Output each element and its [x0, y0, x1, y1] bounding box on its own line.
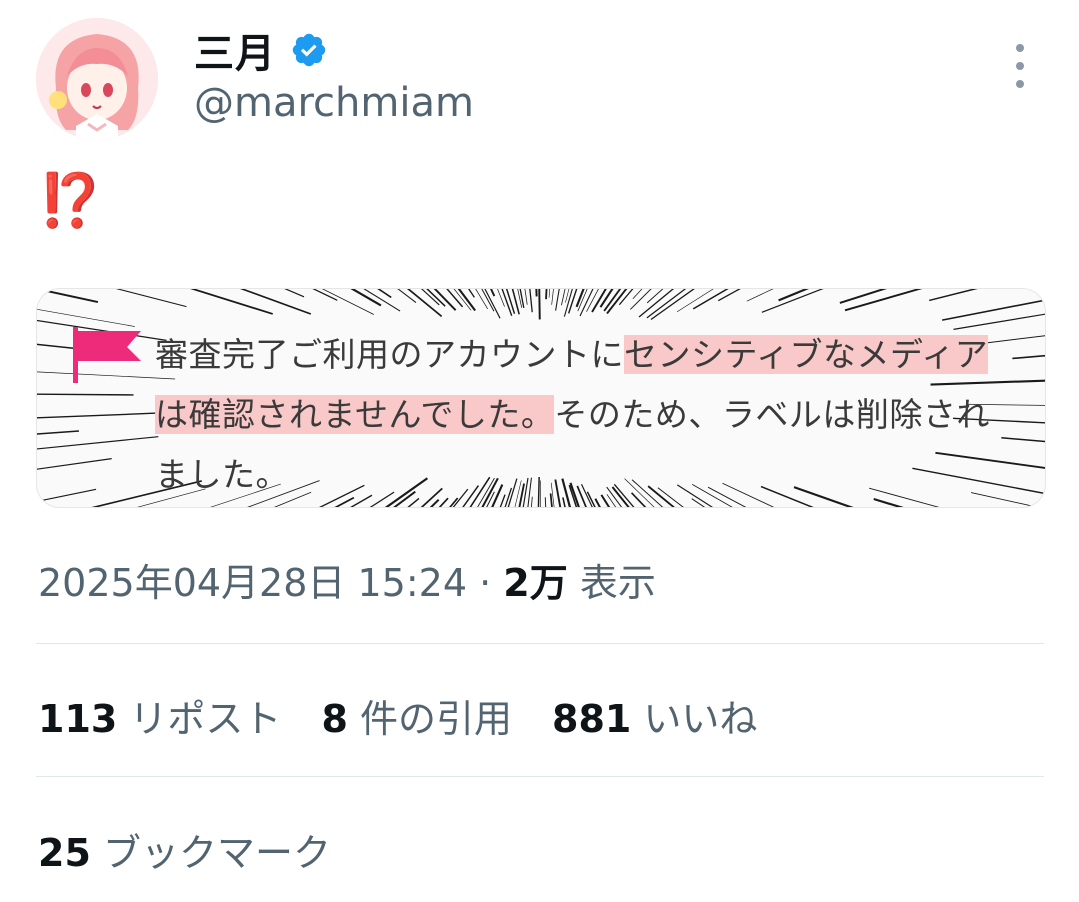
- speed-line: [37, 289, 99, 304]
- speed-line: [37, 488, 97, 503]
- timestamp[interactable]: 2025年04月28日 15:24: [38, 561, 467, 605]
- quotes-count: 8: [321, 697, 348, 741]
- likes-stat[interactable]: 881 いいね: [552, 688, 757, 743]
- speed-line: [561, 289, 566, 306]
- bookmarks-stat[interactable]: 25 ブックマーク: [38, 822, 331, 877]
- speed-line: [115, 289, 187, 308]
- more-dot-icon: [1016, 44, 1024, 52]
- tweet-text: ⁉️: [38, 171, 103, 231]
- speed-line: [1012, 354, 1045, 360]
- speed-line: [377, 289, 392, 299]
- speed-line: [490, 289, 496, 297]
- more-dot-icon: [1016, 80, 1024, 88]
- speed-line: [603, 289, 622, 312]
- speed-line: [555, 289, 560, 311]
- speed-line: [37, 430, 80, 435]
- speed-line: [650, 289, 695, 321]
- speed-line: [632, 289, 643, 300]
- speed-line: [565, 289, 570, 303]
- speed-line: [535, 289, 538, 297]
- speed-line: [363, 289, 401, 312]
- quotes-label: 件の引用: [359, 697, 512, 741]
- speed-line: [511, 289, 520, 315]
- speed-line: [190, 289, 273, 315]
- tweet-meta: 2025年04月28日 15:24 · 2万 表示: [38, 552, 656, 607]
- speed-line: [692, 289, 729, 310]
- speed-line: [538, 289, 541, 320]
- speed-line: [529, 289, 533, 313]
- speed-line: [524, 289, 528, 305]
- speed-line: [37, 436, 159, 450]
- quotes-stat[interactable]: 8 件の引用: [321, 688, 512, 743]
- user-handle[interactable]: @marchmiam: [194, 80, 474, 126]
- speed-line: [312, 289, 338, 301]
- bookmarks-label: ブックマーク: [102, 831, 331, 875]
- speed-line: [37, 412, 161, 419]
- speed-line: [567, 289, 578, 314]
- speed-line: [37, 458, 112, 470]
- speed-line: [475, 289, 488, 310]
- more-options-button[interactable]: [1000, 44, 1040, 88]
- speed-line: [446, 289, 464, 308]
- speed-line: [37, 393, 134, 396]
- speed-line: [397, 289, 417, 303]
- speed-line: [350, 289, 382, 307]
- display-name[interactable]: 三月: [194, 21, 276, 79]
- speed-line: [778, 289, 809, 302]
- speed-line: [551, 289, 554, 305]
- speed-line: [676, 289, 714, 313]
- media-caption: 審査完了ご利用のアカウントにセンシティブなメディアは確認されませんでした。そのた…: [155, 325, 1015, 505]
- divider: [36, 643, 1044, 644]
- speed-line: [239, 289, 312, 315]
- speed-line: [646, 289, 687, 319]
- views-label: 表示: [579, 561, 656, 605]
- views-count: 2万: [503, 561, 568, 605]
- reposts-count: 113: [38, 697, 118, 741]
- speed-line: [501, 289, 513, 316]
- speed-line: [545, 289, 548, 300]
- verified-badge-icon: [292, 33, 326, 67]
- likes-label: いいね: [643, 697, 758, 741]
- meta-separator: ·: [479, 561, 492, 605]
- avatar[interactable]: [36, 18, 158, 140]
- speed-line: [929, 289, 978, 302]
- avatar-image: [36, 18, 158, 140]
- reposts-stat[interactable]: 113 リポスト: [38, 688, 281, 743]
- user-name-row[interactable]: 三月: [194, 22, 328, 78]
- media-text-part-1: 審査完了ご利用のアカウントに: [155, 335, 624, 374]
- bookmarks-count: 25: [38, 831, 91, 875]
- tweet-media-image[interactable]: 審査完了ご利用のアカウントにセンシティブなメディアは確認されませんでした。そのた…: [36, 288, 1046, 508]
- speed-line: [406, 289, 443, 318]
- reposts-label: リポスト: [129, 697, 282, 741]
- speed-line: [844, 289, 923, 312]
- speed-line: [457, 289, 476, 312]
- engagement-stats: 113 リポスト 8 件の引用 881 いいね: [38, 688, 797, 743]
- divider: [36, 776, 1044, 777]
- more-dot-icon: [1016, 62, 1024, 70]
- likes-count: 881: [552, 697, 632, 741]
- speed-line: [284, 289, 305, 298]
- speed-line: [548, 289, 551, 298]
- speed-line: [468, 289, 475, 298]
